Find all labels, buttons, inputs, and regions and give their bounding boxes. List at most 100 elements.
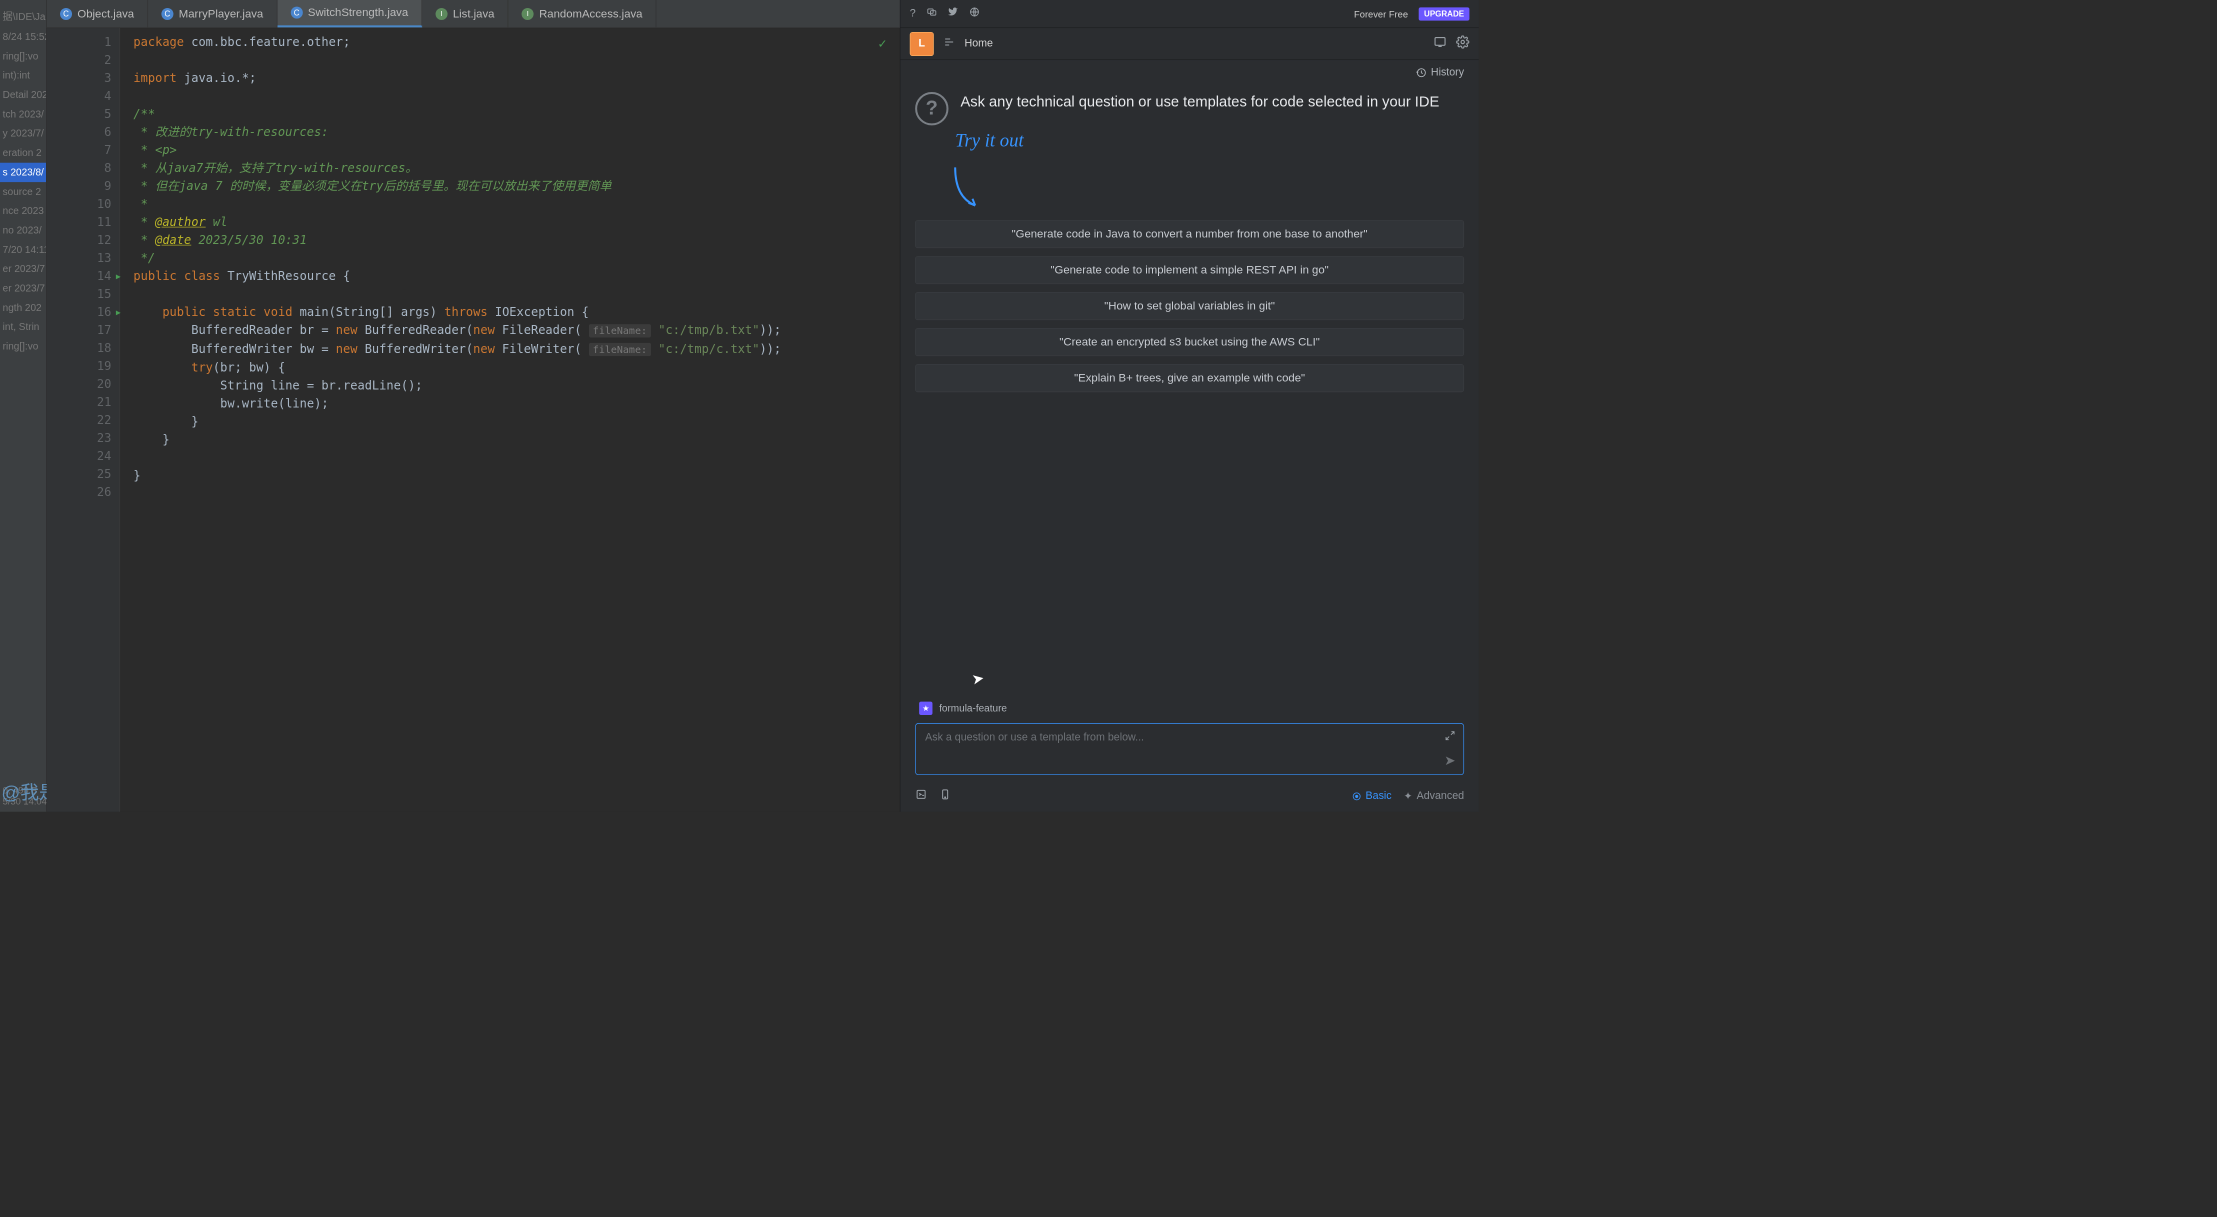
line-number[interactable]: 2 [47,51,112,69]
code-line[interactable]: BufferedReader br = new BufferedReader(n… [133,321,899,340]
line-number[interactable]: 11 [47,213,112,231]
structure-item[interactable]: ring[]:vo [0,47,46,66]
structure-item[interactable]: nce 2023 [0,201,46,220]
line-number[interactable]: 18 [47,340,112,358]
line-number[interactable]: 3 [47,69,112,87]
structure-item[interactable]: int, Strin [0,317,46,336]
line-number[interactable]: 17 [47,321,112,339]
code-line[interactable]: try(br; bw) { [133,359,899,377]
code[interactable]: package com.bbc.feature.other; import ja… [120,28,900,812]
code-line[interactable] [133,485,899,503]
structure-item[interactable]: 8/24 15:52, [0,27,46,46]
line-number[interactable]: 7 [47,141,112,159]
context-chip[interactable]: ★ formula-feature [915,698,1464,719]
avatar[interactable]: L [910,32,934,56]
structure-item[interactable]: source 2 [0,182,46,201]
chat-input[interactable] [916,724,1464,763]
mode-advanced[interactable]: ✦ Advanced [1404,789,1464,802]
suggestion-button[interactable]: "Explain B+ trees, give an example with … [915,364,1464,392]
mode-basic[interactable]: Basic [1352,790,1391,802]
code-line[interactable]: * <p> [133,141,899,159]
code-line[interactable]: * 改进的try-with-resources: [133,123,899,141]
code-line[interactable]: } [133,413,899,431]
screen-icon[interactable] [1433,35,1446,52]
structure-item[interactable]: int):int [0,66,46,85]
structure-item[interactable]: er 2023/7 [0,259,46,278]
chat-icon[interactable] [926,7,937,21]
code-line[interactable]: package com.bbc.feature.other; [133,33,899,51]
code-line[interactable]: * 但在java 7 的时候，变量必须定义在try后的括号里。现在可以放出来了使… [133,177,899,195]
structure-item[interactable]: no 2023/ [0,221,46,240]
line-number[interactable]: 19 [47,358,112,376]
code-line[interactable] [133,285,899,303]
suggestion-button[interactable]: "Generate code in Java to convert a numb… [915,220,1464,248]
phone-icon[interactable] [939,788,951,803]
code-line[interactable]: * [133,195,899,213]
snippet-icon[interactable] [915,788,927,803]
line-number[interactable]: 6 [47,123,112,141]
structure-item[interactable]: ngth 202 [0,298,46,317]
line-number[interactable]: 23 [47,430,112,448]
line-number[interactable]: 10 [47,195,112,213]
line-number[interactable]: 24 [47,448,112,466]
editor-tab[interactable]: CObject.java [47,0,148,27]
expand-icon[interactable] [1445,730,1456,744]
structure-item[interactable]: tch 2023/ [0,105,46,124]
code-line[interactable]: * @date 2023/5/30 10:31 [133,231,899,249]
code-line[interactable]: BufferedWriter bw = new BufferedWriter(n… [133,340,899,359]
code-line[interactable]: } [133,431,899,449]
suggestion-button[interactable]: "Create an encrypted s3 bucket using the… [915,328,1464,356]
analysis-ok-icon[interactable]: ✓ [878,35,886,53]
editor-tab[interactable]: IRandomAccess.java [508,0,656,27]
code-line[interactable]: public static void main(String[] args) t… [133,303,899,321]
code-line[interactable] [133,87,899,105]
globe-icon[interactable] [969,7,980,21]
code-line[interactable]: import java.io.*; [133,69,899,87]
menu-icon[interactable] [943,36,955,51]
structure-item[interactable]: y 2023/7/ [0,124,46,143]
line-number[interactable]: 22 [47,412,112,430]
code-line[interactable]: String line = br.readLine(); [133,377,899,395]
line-number[interactable]: 8 [47,159,112,177]
home-label[interactable]: Home [964,38,992,50]
line-number[interactable]: 26 [47,484,112,502]
editor-body[interactable]: 1234567891011121314151617181920212223242… [47,28,900,812]
editor-tab[interactable]: IList.java [422,0,508,27]
code-line[interactable]: /** [133,105,899,123]
structure-item[interactable]: eration 2 [0,143,46,162]
line-number[interactable]: 14 [47,267,112,285]
code-line[interactable]: */ [133,249,899,267]
structure-item[interactable]: er 2023/7 [0,279,46,298]
code-line[interactable]: bw.write(line); [133,395,899,413]
structure-item[interactable]: ring[]:vo [0,337,46,356]
line-number[interactable]: 4 [47,87,112,105]
code-line[interactable]: * @author wl [133,213,899,231]
code-line[interactable]: * 从java7开始，支持了try-with-resources。 [133,159,899,177]
send-icon[interactable]: ➤ [1444,752,1455,769]
upgrade-button[interactable]: UPGRADE [1419,7,1470,20]
line-number[interactable]: 12 [47,231,112,249]
line-number[interactable]: 16 [47,303,112,321]
code-line[interactable]: public class TryWithResource { [133,267,899,285]
structure-item[interactable]: s 2023/8/ [0,163,46,182]
line-number[interactable]: 25 [47,466,112,484]
line-number[interactable]: 15 [47,285,112,303]
code-line[interactable] [133,449,899,467]
line-number[interactable]: 13 [47,249,112,267]
code-line[interactable]: } [133,467,899,485]
line-number[interactable]: 5 [47,105,112,123]
help-icon[interactable]: ? [910,8,916,20]
structure-item[interactable]: Detail 202 [0,85,46,104]
line-number[interactable]: 1 [47,33,112,51]
structure-item[interactable]: 7/20 14:11 [0,240,46,259]
line-number[interactable]: 20 [47,376,112,394]
history-link[interactable]: History [900,60,1478,85]
code-line[interactable] [133,51,899,69]
twitter-icon[interactable] [948,7,959,21]
line-number[interactable]: 9 [47,177,112,195]
suggestion-button[interactable]: "How to set global variables in git" [915,292,1464,320]
editor-tab[interactable]: CMarryPlayer.java [148,0,277,27]
settings-icon[interactable] [1456,35,1469,52]
suggestion-button[interactable]: "Generate code to implement a simple RES… [915,256,1464,284]
editor-tab[interactable]: CSwitchStrength.java [277,0,422,27]
